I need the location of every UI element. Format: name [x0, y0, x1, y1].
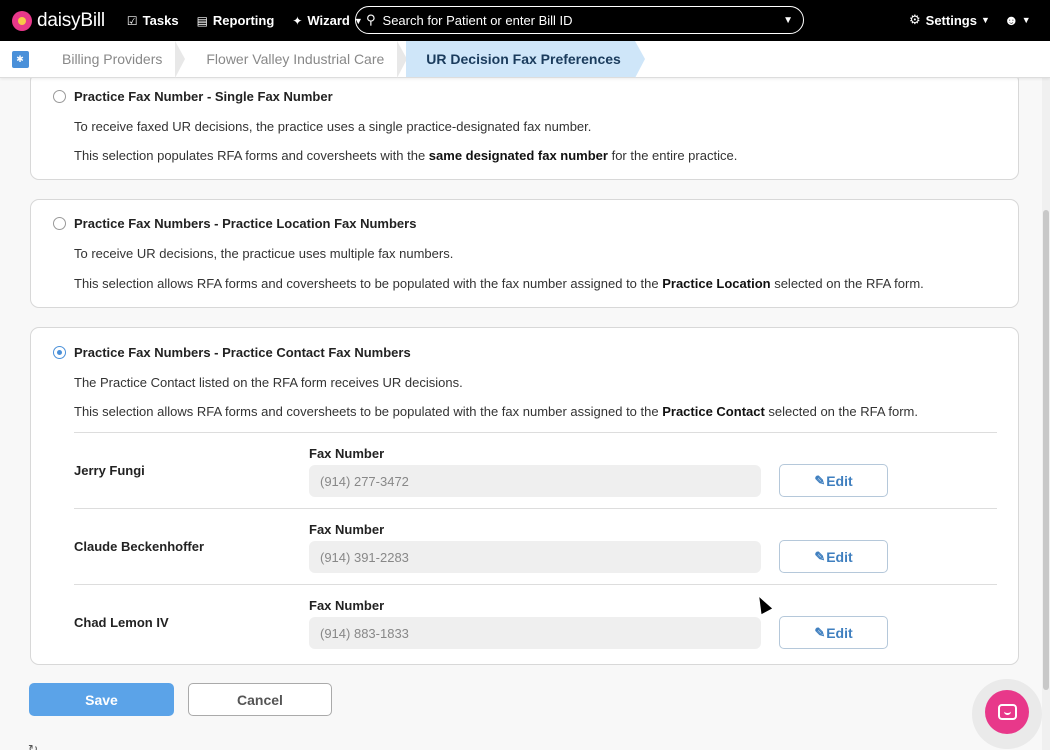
breadcrumb-current: UR Decision Fax Preferences: [406, 41, 645, 78]
user-menu[interactable]: ☻ ▼: [1004, 12, 1031, 28]
edit-icon: ✎: [814, 472, 826, 488]
nav-reporting[interactable]: ▤ Reporting: [197, 13, 275, 28]
option-detail: This selection allows RFA forms and cove…: [74, 276, 924, 291]
edit-label: Edit: [826, 548, 853, 565]
fax-number-field[interactable]: [309, 465, 761, 497]
bar-chart-icon: ▤: [196, 13, 208, 28]
settings-menu[interactable]: ⚙ Settings ▼: [909, 12, 990, 28]
option-detail: This selection allows RFA forms and cove…: [74, 404, 919, 419]
divider: [74, 508, 997, 509]
brand-logo[interactable]: daisyBill: [12, 10, 105, 32]
fax-number-field[interactable]: [309, 617, 761, 649]
divider: [74, 584, 997, 585]
fax-number-label: Fax Number: [309, 598, 385, 613]
scrollbar-thumb[interactable]: [1043, 210, 1049, 690]
chat-widget[interactable]: [972, 679, 1042, 749]
chevron-down-icon[interactable]: ▼: [783, 15, 793, 26]
edit-button[interactable]: ✎ Edit: [779, 464, 888, 497]
radio-contact-fax[interactable]: [53, 346, 66, 359]
fax-number-label: Fax Number: [309, 522, 385, 537]
chevron-down-icon: ▼: [1021, 15, 1031, 25]
history-icon: ↻: [28, 742, 39, 750]
radio-single-fax[interactable]: [53, 90, 66, 103]
top-nav: daisyBill ☑ Tasks ▤ Reporting ✦ Wizard ▼…: [0, 0, 1050, 41]
search-icon: ⚲: [366, 12, 376, 27]
option-card-single-fax: Practice Fax Number - Single Fax Number …: [30, 72, 1019, 180]
nav-tasks[interactable]: ☑ Tasks: [127, 13, 179, 28]
breadcrumb-billing-providers[interactable]: Billing Providers: [40, 41, 186, 78]
edit-label: Edit: [826, 624, 853, 641]
option-description: The Practice Contact listed on the RFA f…: [74, 375, 463, 390]
option-title: Practice Fax Numbers - Practice Contact …: [74, 345, 411, 360]
search-bar[interactable]: ⚲ ▼: [355, 6, 804, 34]
breadcrumb-practice[interactable]: Flower Valley Industrial Care: [184, 41, 408, 78]
fax-number-field[interactable]: [309, 541, 761, 573]
sidebar-toggle-icon: ✱: [11, 50, 29, 68]
clipboard-check-icon: ☑: [126, 13, 138, 28]
option-description: To receive faxed UR decisions, the pract…: [74, 119, 592, 134]
option-description: To receive UR decisions, the practicue u…: [74, 246, 454, 261]
nav-wizard[interactable]: ✦ Wizard ▼: [292, 13, 362, 28]
divider: [74, 432, 997, 433]
sidebar-toggle[interactable]: ✱: [0, 41, 40, 77]
search-input[interactable]: [382, 12, 784, 28]
nav-wizard-label: Wizard: [307, 13, 350, 28]
brand-name: daisyBill: [37, 9, 105, 31]
radio-location-fax[interactable]: [53, 217, 66, 230]
contact-name: Claude Beckenhoffer: [74, 539, 205, 554]
contact-name: Jerry Fungi: [74, 463, 145, 478]
settings-label: Settings: [925, 12, 977, 28]
edit-button[interactable]: ✎ Edit: [779, 540, 888, 573]
cancel-button[interactable]: Cancel: [188, 683, 332, 716]
nav-reporting-label: Reporting: [212, 13, 275, 28]
option-title: Practice Fax Number - Single Fax Number: [74, 89, 333, 104]
nav-tasks-label: Tasks: [142, 13, 179, 28]
fax-number-label: Fax Number: [309, 446, 385, 461]
edit-icon: ✎: [814, 548, 826, 564]
option-card-contact-fax: Practice Fax Numbers - Practice Contact …: [30, 327, 1019, 665]
chat-button[interactable]: [985, 690, 1029, 734]
user-avatar-icon: ☻: [1004, 12, 1019, 28]
daisy-logo-icon: [12, 10, 32, 31]
contact-name: Chad Lemon IV: [74, 615, 169, 630]
edit-label: Edit: [826, 472, 853, 489]
save-button[interactable]: Save: [29, 683, 174, 716]
gear-icon: ⚙: [909, 12, 921, 27]
edit-icon: ✎: [814, 624, 826, 640]
option-title: Practice Fax Numbers - Practice Location…: [74, 216, 417, 231]
option-card-location-fax: Practice Fax Numbers - Practice Location…: [30, 199, 1019, 308]
chat-bubble-icon: [997, 704, 1017, 720]
breadcrumb: ✱ Billing Providers Flower Valley Indust…: [0, 41, 1050, 78]
edit-button[interactable]: ✎ Edit: [779, 616, 888, 649]
magic-wand-icon: ✦: [292, 13, 303, 28]
chevron-down-icon: ▼: [980, 15, 990, 25]
option-detail: This selection populates RFA forms and c…: [74, 148, 738, 163]
